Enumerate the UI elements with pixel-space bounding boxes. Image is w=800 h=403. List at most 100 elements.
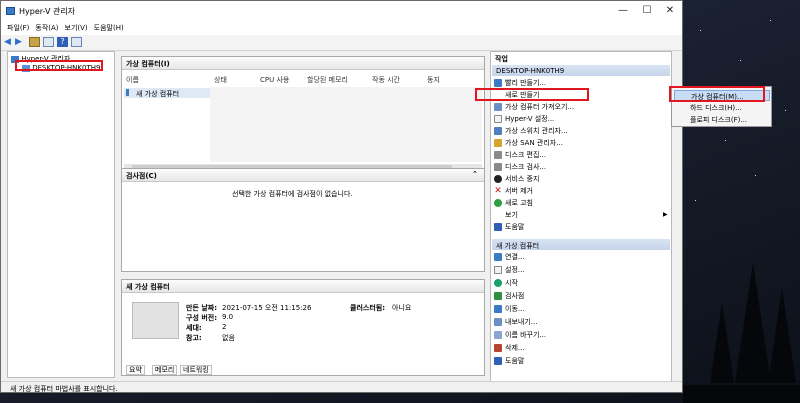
tab-memory[interactable]: 메모리 bbox=[152, 365, 178, 375]
view-icon bbox=[494, 211, 502, 219]
action-refresh[interactable]: 새로 고침 bbox=[494, 198, 533, 209]
forward-arrow-icon[interactable]: ▶ bbox=[15, 37, 26, 47]
action-san-manager[interactable]: 가상 SAN 관리자... bbox=[494, 138, 563, 149]
action-export[interactable]: 내보내기... bbox=[494, 317, 537, 328]
tree-silhouette bbox=[710, 303, 734, 383]
tab-networking[interactable]: 네트워킹 bbox=[180, 365, 212, 375]
settings-icon bbox=[494, 115, 502, 123]
menu-bar: 파일(F) 동작(A) 보기(V) 도움말(H) bbox=[1, 21, 682, 35]
checkpoint-header: 검사점(C) ⌃ bbox=[122, 169, 484, 182]
menu-file[interactable]: 파일(F) bbox=[7, 23, 29, 33]
ground bbox=[683, 385, 800, 403]
star bbox=[700, 30, 701, 31]
maximize-button[interactable]: ☐ bbox=[640, 4, 654, 17]
actions-title: 작업 bbox=[495, 55, 508, 63]
star bbox=[785, 110, 786, 111]
star bbox=[725, 140, 726, 141]
col-state[interactable]: 상태 bbox=[214, 75, 227, 85]
created-value: 2021-07-15 오전 11:15:26 bbox=[222, 304, 312, 312]
menu-item-hard-disk[interactable]: 하드 디스크(H)... bbox=[674, 102, 770, 113]
move-icon bbox=[494, 305, 502, 313]
actions-vm-title: 새 가상 컴퓨터 bbox=[496, 242, 540, 250]
action-switch-manager[interactable]: 가상 스위치 관리자... bbox=[494, 126, 568, 137]
action-hyperv-settings[interactable]: Hyper-V 설정... bbox=[494, 114, 554, 125]
action-pane-icon[interactable] bbox=[71, 37, 82, 47]
tab-summary[interactable]: 요약 bbox=[126, 365, 145, 375]
vm-list-panel: 가상 컴퓨터(I) 이름 상태 CPU 사용 할당된 메모리 작동 시간 동지 … bbox=[121, 56, 485, 172]
generation-label: 세대: bbox=[186, 324, 202, 332]
col-status[interactable]: 동지 bbox=[427, 75, 440, 85]
action-remove-server[interactable]: ✕ 서버 제거 bbox=[494, 186, 533, 197]
toolbar: ◀ ▶ ? bbox=[1, 35, 682, 51]
details-tabs: 요약 메모리 네트워킹 bbox=[124, 365, 324, 375]
config-label: 구성 버전: bbox=[186, 314, 217, 322]
action-stop-service[interactable]: 서비스 중지 bbox=[494, 174, 539, 185]
highlight-vm-item-box bbox=[669, 86, 765, 102]
action-edit-disk[interactable]: 디스크 편집... bbox=[494, 150, 546, 161]
notes-value: 없음 bbox=[222, 334, 235, 342]
network-switch-icon bbox=[494, 127, 502, 135]
action-view[interactable]: 보기 bbox=[494, 210, 518, 221]
checkpoint-icon bbox=[494, 292, 502, 300]
vm-list-title: 가상 컴퓨터(I) bbox=[126, 60, 170, 68]
minimize-button[interactable]: — bbox=[616, 4, 630, 17]
edit-disk-icon bbox=[494, 151, 502, 159]
vm-thumbnail bbox=[132, 302, 179, 339]
action-start[interactable]: 시작 bbox=[494, 278, 518, 289]
center-pane: 가상 컴퓨터(I) 이름 상태 CPU 사용 할당된 메모리 작동 시간 동지 … bbox=[121, 51, 485, 378]
action-connect[interactable]: 연결... bbox=[494, 252, 525, 263]
star bbox=[770, 20, 771, 21]
action-import-vm[interactable]: 가상 컴퓨터 가져오기... bbox=[494, 102, 574, 113]
back-arrow-icon[interactable]: ◀ bbox=[4, 37, 15, 47]
menu-help[interactable]: 도움말(H) bbox=[94, 23, 124, 33]
action-settings[interactable]: 설정... bbox=[494, 265, 525, 276]
actions-host-header[interactable]: DESKTOP-HNK0TH9 bbox=[492, 65, 670, 76]
checkpoint-empty-text: 선택한 가상 컴퓨터에 검사점이 없습니다. bbox=[232, 190, 353, 198]
settings-icon bbox=[494, 266, 502, 274]
details-header: 새 가상 컴퓨터 bbox=[122, 280, 484, 293]
actions-vm-header[interactable]: 새 가상 컴퓨터 bbox=[492, 239, 670, 250]
action-checkpoint[interactable]: 검사점 bbox=[494, 291, 524, 302]
action-help[interactable]: 도움말 bbox=[494, 222, 524, 233]
stop-icon bbox=[494, 175, 502, 183]
title-bar: Hyper-V 관리자 — ☐ ✕ bbox=[1, 1, 682, 21]
menu-action[interactable]: 동작(A) bbox=[35, 23, 58, 33]
action-vm-help[interactable]: 도움말 bbox=[494, 356, 524, 367]
generation-value: 2 bbox=[222, 323, 227, 331]
checkpoint-title: 검사점(C) bbox=[126, 172, 157, 180]
col-memory[interactable]: 할당된 메모리 bbox=[307, 75, 348, 85]
status-bar: 새 가상 컴퓨터 마법사를 표시합니다. bbox=[1, 381, 682, 393]
action-rename[interactable]: 이름 바꾸기... bbox=[494, 330, 546, 341]
help-icon bbox=[494, 357, 502, 365]
col-cpu[interactable]: CPU 사용 bbox=[260, 75, 289, 85]
star bbox=[740, 60, 741, 61]
col-uptime[interactable]: 작동 시간 bbox=[372, 75, 400, 85]
menu-view[interactable]: 보기(V) bbox=[65, 23, 88, 33]
vm-row-name: 새 가상 컴퓨터 bbox=[136, 90, 180, 98]
quick-create-icon bbox=[494, 79, 502, 87]
col-name[interactable]: 이름 bbox=[126, 75, 139, 85]
menu-item-floppy-disk[interactable]: 플로피 디스크(F)... bbox=[674, 114, 770, 125]
close-button[interactable]: ✕ bbox=[663, 4, 677, 17]
inspect-disk-icon bbox=[494, 163, 502, 171]
refresh-icon bbox=[494, 199, 502, 207]
start-icon bbox=[494, 279, 502, 287]
status-text: 새 가상 컴퓨터 마법사를 표시합니다. bbox=[10, 385, 118, 393]
created-label: 만든 날짜: bbox=[186, 304, 217, 312]
window-title: Hyper-V 관리자 bbox=[19, 7, 76, 16]
hyperv-manager-window: Hyper-V 관리자 — ☐ ✕ 파일(F) 동작(A) 보기(V) 도움말(H) … bbox=[0, 0, 683, 393]
help-icon bbox=[494, 223, 502, 231]
folder-up-icon[interactable] bbox=[29, 37, 40, 47]
console-tree-icon[interactable] bbox=[43, 37, 54, 47]
action-delete[interactable]: 삭제... bbox=[494, 343, 525, 354]
config-value: 9.0 bbox=[222, 313, 234, 321]
star bbox=[755, 175, 756, 176]
star bbox=[695, 200, 696, 201]
notes-label: 참고: bbox=[186, 334, 202, 342]
help-icon[interactable]: ? bbox=[57, 37, 68, 47]
collapse-icon[interactable]: ⌃ bbox=[472, 170, 478, 178]
highlight-host-box bbox=[15, 60, 103, 71]
action-inspect-disk[interactable]: 디스크 검사... bbox=[494, 162, 546, 173]
action-move[interactable]: 이동... bbox=[494, 304, 525, 315]
rename-icon bbox=[494, 331, 502, 339]
